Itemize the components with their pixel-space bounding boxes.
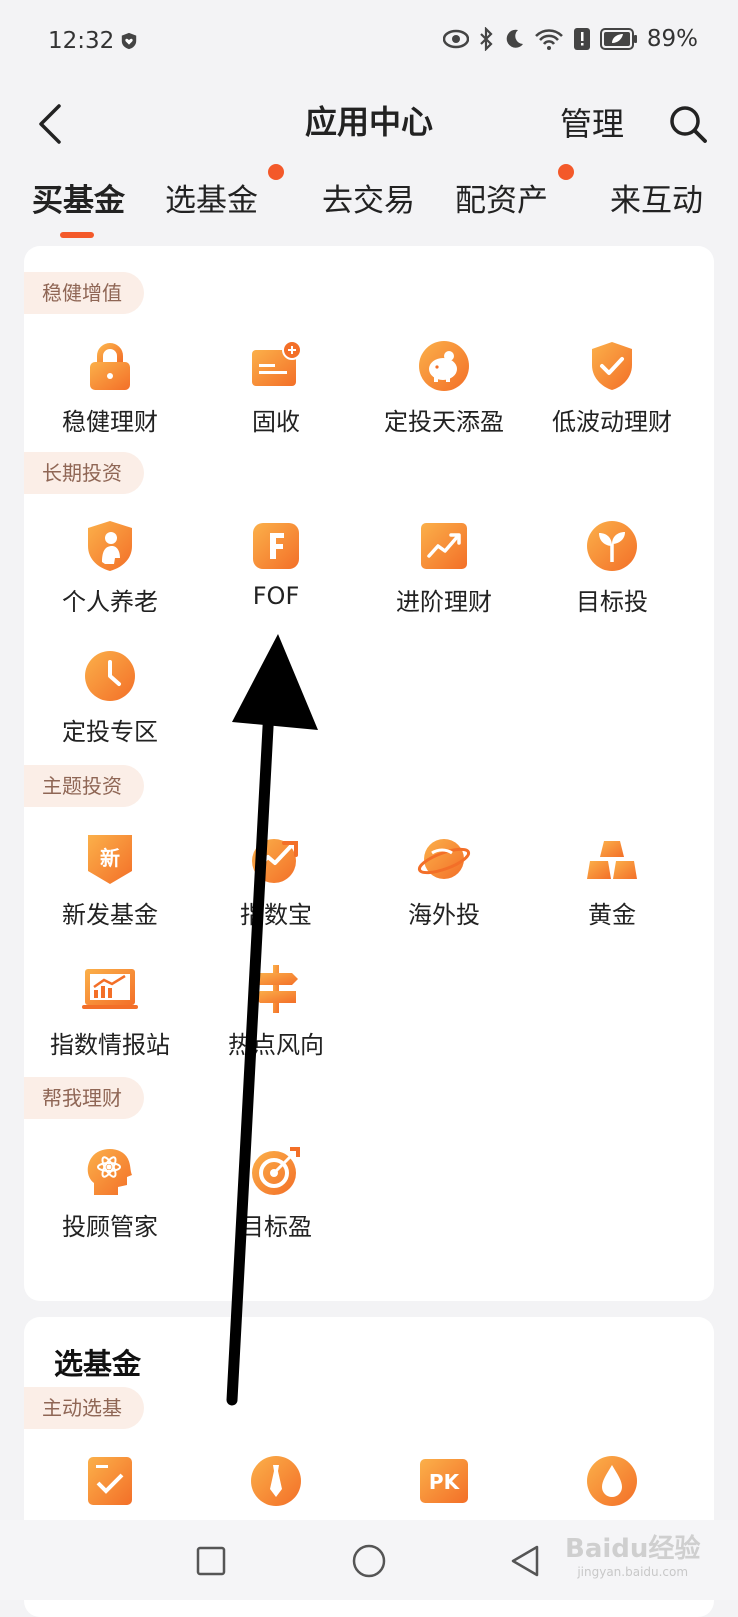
bluetooth-icon — [480, 27, 493, 51]
status-time: 12:32 — [48, 28, 115, 54]
status-bar: 12:32 89% — [0, 0, 738, 84]
section-title: 选基金 — [54, 1347, 142, 1381]
report-board-icon — [82, 969, 138, 1009]
new-badge-text: 新 — [100, 846, 120, 870]
tab-label: 来互动 — [610, 183, 703, 219]
section-tag: 长期投资 — [24, 452, 144, 494]
letter-f-icon — [253, 523, 299, 569]
app-item-label: 低波动理财 — [552, 408, 672, 436]
shield-check-icon — [592, 342, 632, 390]
alert-icon — [573, 28, 590, 50]
section-tag: 稳健增值 — [24, 272, 144, 314]
index-chart-icon — [252, 839, 298, 883]
recent-apps-icon — [196, 1546, 226, 1576]
app-item-label: 黄金 — [588, 901, 636, 929]
sprout-icon — [587, 521, 637, 571]
app-item-label: 稳健理财 — [62, 408, 158, 436]
lock-icon — [90, 343, 130, 390]
new-badge-icon: 新 — [88, 835, 132, 884]
app-item-label: 指数宝 — [240, 901, 312, 929]
clock-icon — [85, 651, 135, 701]
app-item-label: 海外投 — [408, 901, 480, 929]
elder-person-icon — [88, 521, 132, 571]
target-arrow-icon — [252, 1147, 300, 1195]
wifi-icon — [534, 29, 563, 50]
drop-icon — [587, 1456, 637, 1506]
home-icon — [352, 1544, 386, 1578]
tab-label: 选基金 — [165, 183, 258, 219]
buy-fund-card: 稳健增值 稳健理财 固收 定投天添盈 低波动理财 长期投资 个人养老 FOF 进… — [24, 246, 714, 1301]
app-item-label: 投顾管家 — [62, 1213, 158, 1241]
manage-button[interactable]: 管理 — [560, 96, 624, 152]
tab-allocate-assets[interactable]: 配资产 — [455, 164, 574, 226]
search-button[interactable] — [660, 96, 716, 152]
app-item-label: 个人养老 — [62, 588, 158, 616]
tab-interact[interactable]: 来互动 — [610, 176, 703, 226]
watermark-sub: jingyan.baidu.com — [577, 1565, 689, 1579]
category-tabs: 买基金 选基金 去交易 配资产 来互动 — [0, 164, 738, 242]
app-item-label: 热点风向 — [228, 1031, 324, 1059]
tab-label: 买基金 — [32, 183, 125, 219]
trend-chart-icon — [421, 523, 467, 569]
tab-label: 去交易 — [322, 183, 415, 219]
app-item-label: 固收 — [252, 408, 300, 436]
check-doc-icon — [88, 1457, 132, 1505]
home-button[interactable] — [344, 1536, 394, 1586]
section-tag: 主题投资 — [24, 765, 144, 807]
shield-heart-icon — [121, 32, 137, 50]
app-item-label: 指数情报站 — [50, 1031, 170, 1059]
tab-trade[interactable]: 去交易 — [322, 176, 415, 226]
app-item-label: 新发基金 — [62, 901, 158, 929]
app-item-label: 定投天添盈 — [384, 408, 504, 436]
tab-select-fund[interactable]: 选基金 — [165, 164, 284, 226]
notification-dot — [268, 164, 284, 180]
tab-label: 配资产 — [455, 183, 548, 219]
battery-percent: 89% — [646, 26, 698, 52]
section-tag: 帮我理财 — [24, 1077, 144, 1119]
recent-apps-button[interactable] — [186, 1536, 236, 1586]
battery-icon — [599, 28, 637, 50]
app-item-label: 目标盈 — [240, 1213, 312, 1241]
pk-badge-text: PK — [429, 1470, 461, 1494]
app-item-label: FOF — [252, 582, 300, 610]
back-arrow-icon — [39, 104, 61, 144]
section-tag: 主动选基 — [24, 1387, 144, 1429]
back-nav-button[interactable] — [500, 1536, 550, 1586]
gold-bars-icon — [587, 841, 637, 879]
pk-icon: PK — [420, 1459, 468, 1503]
search-icon — [670, 106, 707, 143]
watermark-main: Baidu经验 — [565, 1534, 701, 1564]
piggy-bank-icon — [419, 341, 469, 391]
watermark: Baidu经验 jingyan.baidu.com — [565, 1528, 700, 1579]
active-tab-indicator — [60, 232, 94, 238]
notification-dot — [558, 164, 574, 180]
advisor-head-icon — [87, 1148, 132, 1195]
signpost-icon — [254, 965, 298, 1013]
back-triangle-icon — [511, 1545, 539, 1577]
manager-tie-icon — [251, 1456, 301, 1506]
app-item-label: 目标投 — [576, 588, 648, 616]
fixed-income-card-icon — [252, 340, 302, 386]
tab-buy-fund[interactable]: 买基金 — [32, 176, 125, 226]
planet-icon — [417, 839, 471, 879]
page-title: 应用中心 — [304, 103, 433, 141]
back-button[interactable] — [28, 94, 72, 154]
eye-icon — [442, 29, 469, 49]
app-header: 应用中心 管理 — [0, 84, 738, 184]
app-item-label: 进阶理财 — [396, 588, 492, 616]
app-item-label: 定投专区 — [62, 718, 158, 746]
moon-icon — [506, 29, 523, 48]
